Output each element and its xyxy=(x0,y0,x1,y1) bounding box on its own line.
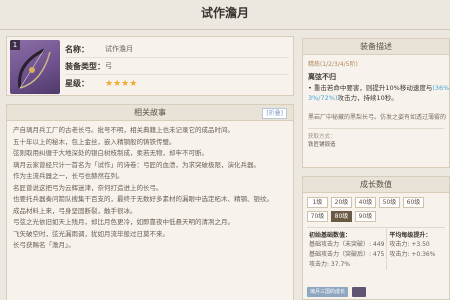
effect-panel: 装备描述 精炼(1/2/3/4/5阶) 离弦不归 • 重击若命中要害，则提升10… xyxy=(302,38,450,168)
story-header: 相关故事 [折叠] xyxy=(7,105,293,121)
title-divider xyxy=(0,29,450,30)
story-line: 也要托兵器奏问箭队搜集干百支的，最终于无数好多素材的漏眼中选定柘木、精钢、银纹。 xyxy=(13,195,273,203)
page-title: 试作澹月 xyxy=(200,6,249,20)
weapon-info: 名称： 试作澹月 装备类型： 弓 星级： ★★★★ xyxy=(65,41,289,92)
related-link[interactable]: 璃月三国的成长 xyxy=(307,287,349,297)
stat-row: 基础攻击力（未突破）: 449 xyxy=(309,241,385,248)
level-button-active[interactable]: 80级 xyxy=(331,211,352,222)
bow-icon xyxy=(18,48,51,89)
story-line: 产自璃月兵工厂的古老长弓。批号不明，相关典籍上也未记录它的成品时间。 xyxy=(13,126,234,134)
source-box: 获取方式： 铁匠铺锻造 xyxy=(308,128,444,148)
avg-stats-column: 平均每级提升： 攻击力: +3.50 攻击力: +0.36% xyxy=(386,228,445,270)
name-key: 名称： xyxy=(65,44,89,54)
refinement-line: 精炼(1/2/3/4/5阶) xyxy=(308,61,358,68)
stat-row: 攻击力: 37.7% xyxy=(309,261,350,268)
weapon-image: 1 xyxy=(10,40,60,94)
effect-flavor-note: 黑岩厂中秘藏的黑梨长弓。仿发之姿有如透过薄雾的 xyxy=(308,114,447,121)
fold-button[interactable]: [折叠] xyxy=(262,108,287,119)
effect-highlight: 3%/72%) xyxy=(308,94,338,102)
story-body: 产自璃月兵工厂的古老长弓。批号不明，相关典籍上也未记录它的成品时间。 五十年以上… xyxy=(7,121,293,256)
type-row: 装备类型： 弓 xyxy=(65,58,289,75)
level-button[interactable]: 40级 xyxy=(355,197,376,208)
rarity-row: 星级： ★★★★ xyxy=(65,75,289,92)
related-thumbnail-image[interactable] xyxy=(352,287,367,297)
rarity-stars: ★★★★ xyxy=(105,78,138,89)
effect-text: • 重击若命中要害，则提升10%移动速度与 xyxy=(308,84,433,92)
growth-panel: 成长数值 1级 20级 40级 50级 60级 70级 80级 90级 初始基础… xyxy=(302,176,450,300)
level-button[interactable]: 90级 xyxy=(355,211,376,222)
base-stats-header: 初始基础数值： xyxy=(309,232,352,239)
growth-header: 成长数值 xyxy=(303,177,449,193)
level-selector: 1级 20级 40级 50级 60级 70级 80级 90级 xyxy=(303,193,449,224)
stats-table: 初始基础数值： 基础攻击力（未突破）: 449 基础攻击力（突破后）: 475 … xyxy=(307,227,445,270)
stat-row: 攻击力: +0.36% xyxy=(389,251,436,258)
effect-description: • 重击若命中要害，则提升10%移动速度与(36%/45 xyxy=(303,83,449,93)
type-value: 弓 xyxy=(105,62,112,70)
story-line: 弓弦之光依旧如天上残月，却比月色更冷，如即靠夜中低悬天明的清冽之月。 xyxy=(13,218,234,226)
weapon-info-card: 1 名称： 试作澹月 装备类型： 弓 星级： ★★★★ xyxy=(6,36,294,96)
effect-name: 离弦不归 xyxy=(308,73,336,81)
source-value: 铁匠铺锻造 xyxy=(308,142,336,148)
name-value: 试作澹月 xyxy=(105,45,133,53)
effect-text: 攻击力，持续10秒。 xyxy=(337,94,398,102)
story-title: 相关故事 xyxy=(134,108,166,117)
story-line: 弦则取用纠缠于大地深处的银白树枝制成，柔若无物，却牢不可断。 xyxy=(13,149,208,157)
effect-highlight: (36%/45 xyxy=(432,84,449,92)
story-line: 名匠曾说这把弓为云辉迷津，奈何打造进上的长弓。 xyxy=(13,183,163,192)
effect-description: 3%/72%)攻击力，持续10秒。 xyxy=(303,93,449,103)
story-line: 五十年以上的秘木，包上金丝，嵌入精钢般的铸铁传璧。 xyxy=(13,137,176,146)
related-thumbnails: 璃月三国的成长 xyxy=(307,287,367,297)
level-button[interactable]: 60级 xyxy=(403,197,424,208)
story-line: 长弓获赐名「澹月」。 xyxy=(13,241,75,249)
story-panel: 相关故事 [折叠] 产自璃月兵工厂的古老长弓。批号不明，相关典籍上也未记录它的成… xyxy=(6,104,294,300)
name-row: 名称： 试作澹月 xyxy=(65,41,289,58)
stat-row: 基础攻击力（突破后）: 475 xyxy=(309,251,385,258)
avg-stats-header: 平均每级提升： xyxy=(389,232,432,239)
story-line: 飞矢破空时，弦光漏雨调，犹如月流毕般过日莫不来。 xyxy=(13,229,169,238)
level-button[interactable]: 50级 xyxy=(379,197,400,208)
stat-row: 攻击力: +3.50 xyxy=(389,241,430,248)
level-button[interactable]: 1级 xyxy=(307,197,328,208)
type-key: 装备类型： xyxy=(65,61,105,71)
level-button[interactable]: 70级 xyxy=(307,211,328,222)
story-line: 成品材料上来，弓身坚固断裂，触手很冰。 xyxy=(13,206,137,215)
rarity-key: 星级： xyxy=(65,79,89,88)
effect-header: 装备描述 xyxy=(303,39,449,55)
story-line: 璃月云家曾经只计一首名为「试作」的诗卷：弓匠的血渍，为求突破极限，演化兵器。 xyxy=(13,160,260,169)
story-line: 作为主流兵器之一，长弓也赫然在列。 xyxy=(13,172,124,180)
level-button[interactable]: 20级 xyxy=(331,197,352,208)
source-label: 获取方式： xyxy=(308,134,336,140)
base-stats-column: 初始基础数值： 基础攻击力（未突破）: 449 基础攻击力（突破后）: 475 … xyxy=(307,228,386,270)
